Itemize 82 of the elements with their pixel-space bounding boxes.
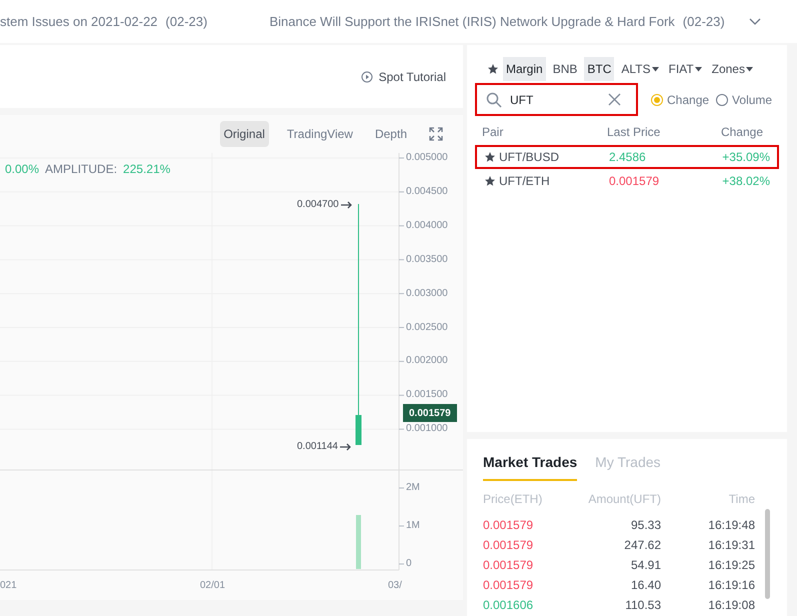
- fullscreen-icon[interactable]: [429, 127, 443, 141]
- date-axis-label: 021: [0, 581, 17, 591]
- last-price-tag: 0.001579: [403, 404, 457, 422]
- trade-price: 0.001579: [483, 557, 534, 574]
- star-icon[interactable]: [487, 63, 499, 75]
- news-date: (02-23): [682, 12, 725, 31]
- search-input[interactable]: UFT: [510, 90, 600, 108]
- price-axis-label: 0.005000: [406, 153, 448, 163]
- price-axis-label: 0.001500: [406, 390, 448, 400]
- column-header: Price(ETH): [483, 491, 544, 508]
- date-axis-label: 02/01: [200, 581, 226, 591]
- close-icon[interactable]: [608, 93, 621, 106]
- price-axis-label: 0.004000: [406, 220, 448, 231]
- price-axis-label: 0.003000: [406, 288, 448, 299]
- column-header: Time: [728, 491, 755, 508]
- volume-axis-label: 2M: [406, 483, 420, 493]
- arrow-right-icon: [340, 200, 353, 208]
- search-field[interactable]: UFT: [475, 83, 638, 116]
- price-axis-label: 0.002500: [406, 322, 448, 332]
- market-tab[interactable]: BNB: [550, 57, 580, 81]
- news-date: (02-23): [166, 12, 208, 31]
- chart-view-tab[interactable]: Original: [220, 121, 269, 147]
- trade-time: 16:19:16: [707, 577, 755, 594]
- price-axis-label: 0.003500: [406, 254, 448, 265]
- sort-radio[interactable]: Change: [651, 90, 710, 108]
- chart-view-tab[interactable]: TradingView: [282, 121, 357, 147]
- trade-amount: 54.91: [630, 557, 661, 574]
- trade-price: 0.001579: [483, 577, 534, 594]
- star-icon[interactable]: [484, 175, 496, 187]
- pair-name: UFT/ETH: [499, 173, 550, 190]
- news-link[interactable]: stem Issues on 2021-02-22: [0, 12, 158, 32]
- column-header: Pair: [482, 124, 504, 141]
- trade-time: 16:19:31: [707, 537, 755, 554]
- change-value: +35.09%: [722, 149, 770, 166]
- volume-axis-label: 0: [406, 559, 412, 569]
- date-axis-label: 03/: [388, 581, 402, 591]
- news-link[interactable]: Binance Will Support the IRISnet (IRIS) Network Upgrade & Hard Fork: [269, 12, 675, 32]
- trade-time: 16:19:48: [707, 517, 755, 534]
- spot-tutorial-button[interactable]: Spot Tutorial: [360, 68, 446, 86]
- volume-bar: [356, 515, 361, 569]
- trades-tab[interactable]: Market Trades: [483, 452, 578, 481]
- trade-price: 0.001579: [483, 537, 534, 554]
- scrollbar[interactable]: [765, 509, 770, 599]
- trade-time: 16:19:25: [707, 557, 755, 574]
- trade-time: 16:19:08: [707, 597, 755, 614]
- low-price-label: 0.001144: [297, 440, 338, 454]
- trade-amount: 16.40: [630, 577, 661, 594]
- column-header: Amount(UFT): [587, 491, 661, 508]
- market-tab[interactable]: Zones: [708, 57, 756, 81]
- trade-price: 0.001579: [483, 517, 534, 534]
- stat-value: 0.00%: [5, 161, 40, 178]
- stat-label: AMPLITUDE:: [45, 161, 118, 178]
- chart-view-tab[interactable]: Depth: [370, 121, 411, 147]
- candlestick-icon: [355, 204, 362, 446]
- column-header: Change: [720, 124, 764, 141]
- trade-amount: 247.62: [623, 537, 661, 554]
- last-price: 2.4586: [609, 149, 647, 166]
- volume-axis-label: 1M: [406, 521, 420, 531]
- chevron-down-icon[interactable]: [748, 18, 761, 26]
- star-icon[interactable]: [484, 151, 496, 163]
- high-price-label: 0.004700: [297, 198, 339, 212]
- market-row[interactable]: UFT/BUSD 2.4586 +35.09%: [475, 145, 779, 169]
- market-tab[interactable]: ALTS: [618, 57, 662, 81]
- stat-value: 225.21%: [123, 161, 170, 178]
- trade-price: 0.001606: [483, 597, 534, 614]
- market-row[interactable]: UFT/ETH 0.001579 +38.02%: [475, 169, 779, 193]
- arrow-right-icon: [340, 442, 352, 450]
- price-axis-label: 0.001000: [406, 424, 448, 434]
- pair-name: UFT/BUSD: [499, 149, 559, 166]
- price-axis-label: 0.004500: [406, 186, 448, 197]
- sort-radio[interactable]: Volume: [716, 90, 772, 108]
- search-icon: [486, 92, 502, 108]
- market-tab[interactable]: FIAT: [666, 57, 705, 81]
- trade-amount: 95.33: [630, 517, 661, 534]
- trade-amount: 110.53: [624, 597, 661, 614]
- price-axis-label: 0.002000: [406, 356, 448, 366]
- change-value: +38.02%: [722, 173, 770, 190]
- market-tab[interactable]: BTC: [584, 57, 614, 81]
- last-price: 0.001579: [609, 173, 660, 190]
- play-icon: [360, 70, 373, 82]
- column-header: Last Price: [607, 124, 662, 141]
- market-tab[interactable]: Margin: [503, 57, 546, 81]
